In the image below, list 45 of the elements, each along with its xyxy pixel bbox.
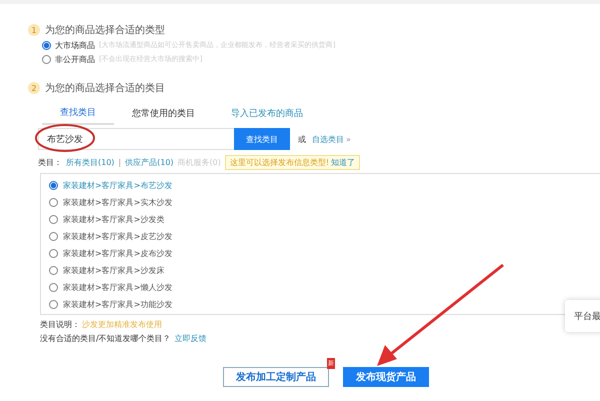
tab[interactable]: 您常使用的类目 xyxy=(114,104,213,124)
note-label: 类目说明： xyxy=(40,319,80,329)
step-title: 为您的商品选择合适的类型 xyxy=(45,24,165,37)
tab[interactable]: 导入已发布的商品 xyxy=(213,104,321,124)
tip-text: 这里可以选择发布信息类型! xyxy=(230,156,330,168)
help-text: 没有合适的类目/不知道发哪个类目？ xyxy=(40,333,171,343)
radio-button[interactable] xyxy=(49,300,58,309)
category-option[interactable]: 家装建材>客厅家具>懒人沙发 xyxy=(63,282,172,293)
annotation-ellipse xyxy=(34,123,96,153)
step-number: 1 xyxy=(28,24,40,36)
filter-label: 类目： xyxy=(38,156,62,168)
radio-button[interactable] xyxy=(49,215,58,224)
filter-link[interactable]: 所有类目(10) xyxy=(66,156,114,168)
category-option[interactable]: 家装建材>客厅家具>实木沙发 xyxy=(63,197,172,208)
radio-button[interactable] xyxy=(49,266,58,275)
step-title: 为您的商品选择合适的类目 xyxy=(45,82,165,95)
filter-link[interactable]: 供应产品(10) xyxy=(125,156,174,168)
tab[interactable]: 查找类目 xyxy=(42,103,114,125)
dismiss-link[interactable]: 知道了 xyxy=(331,156,356,168)
category-option[interactable]: 家装建材>客厅家具>沙发床 xyxy=(63,265,164,276)
category-option[interactable]: 家装建材>客厅家具>功能沙发 xyxy=(63,299,172,310)
radio-button[interactable] xyxy=(49,232,58,241)
publish-button[interactable]: 发布加工定制产品 xyxy=(223,367,329,387)
search-button[interactable]: 查找类目 xyxy=(234,128,290,150)
feedback-link[interactable]: 立即反馈 xyxy=(174,333,207,343)
category-option[interactable]: 家装建材>客厅家具>布艺沙发 xyxy=(63,180,172,191)
radio-button[interactable] xyxy=(49,283,58,292)
search-field[interactable]: 布艺沙发 xyxy=(38,128,234,150)
publish-button[interactable]: 发布现货产品 xyxy=(343,367,429,387)
category-option[interactable]: 家装建材>客厅家具>皮布沙发 xyxy=(63,248,172,259)
radio-button[interactable] xyxy=(49,198,58,207)
option-label: 非公开商品 xyxy=(55,54,95,64)
radio-button[interactable] xyxy=(49,249,58,258)
separator: | xyxy=(118,158,122,166)
or-text: 或 xyxy=(298,134,306,144)
radio-button[interactable] xyxy=(42,40,51,50)
caret-icon: » xyxy=(346,134,351,144)
custom-category-link[interactable]: 自选类目 xyxy=(312,134,344,144)
radio-button[interactable] xyxy=(49,181,58,190)
step-number: 2 xyxy=(28,82,40,94)
note-text: 沙发更加精准发布使用 xyxy=(82,319,162,329)
category-option[interactable]: 家装建材>客厅家具>皮艺沙发 xyxy=(63,231,172,242)
radio-button[interactable] xyxy=(42,54,51,64)
option-label: 大市场商品 xyxy=(55,40,95,50)
category-option[interactable]: 家装建材>客厅家具>沙发类 xyxy=(63,214,164,225)
